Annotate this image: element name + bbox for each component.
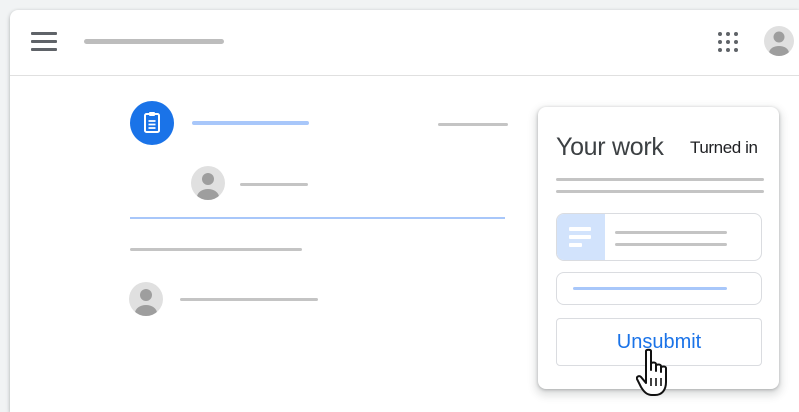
link-placeholder bbox=[573, 287, 727, 290]
teacher-name-placeholder bbox=[240, 183, 308, 186]
document-icon bbox=[557, 214, 605, 260]
hamburger-menu-icon[interactable] bbox=[31, 32, 57, 52]
account-avatar-icon[interactable] bbox=[764, 26, 794, 56]
commenter-avatar-icon bbox=[129, 282, 163, 316]
teacher-avatar-icon bbox=[191, 166, 225, 200]
attachment-item[interactable] bbox=[556, 213, 762, 261]
section-divider bbox=[130, 217, 505, 219]
card-title: Your work bbox=[556, 133, 664, 161]
comment-placeholder bbox=[180, 298, 318, 301]
card-line-1 bbox=[556, 178, 764, 181]
unsubmit-button[interactable]: Unsubmit bbox=[556, 318, 762, 366]
classroom-window: Your work Turned in Unsubmit bbox=[10, 10, 799, 412]
attachment-name-placeholder bbox=[615, 231, 727, 234]
link-attachment[interactable] bbox=[556, 272, 762, 305]
your-work-card: Your work Turned in Unsubmit bbox=[538, 107, 779, 389]
status-badge: Turned in bbox=[690, 138, 758, 157]
app-bar bbox=[10, 10, 799, 76]
attachment-type-placeholder bbox=[615, 243, 727, 246]
assignment-due-placeholder bbox=[438, 123, 508, 126]
instructions-placeholder bbox=[130, 248, 302, 251]
apps-grid-icon[interactable] bbox=[718, 32, 738, 52]
card-line-2 bbox=[556, 190, 764, 193]
assignment-clipboard-icon[interactable] bbox=[130, 101, 174, 145]
page-title-placeholder bbox=[84, 39, 224, 44]
assignment-title-placeholder bbox=[192, 121, 309, 125]
